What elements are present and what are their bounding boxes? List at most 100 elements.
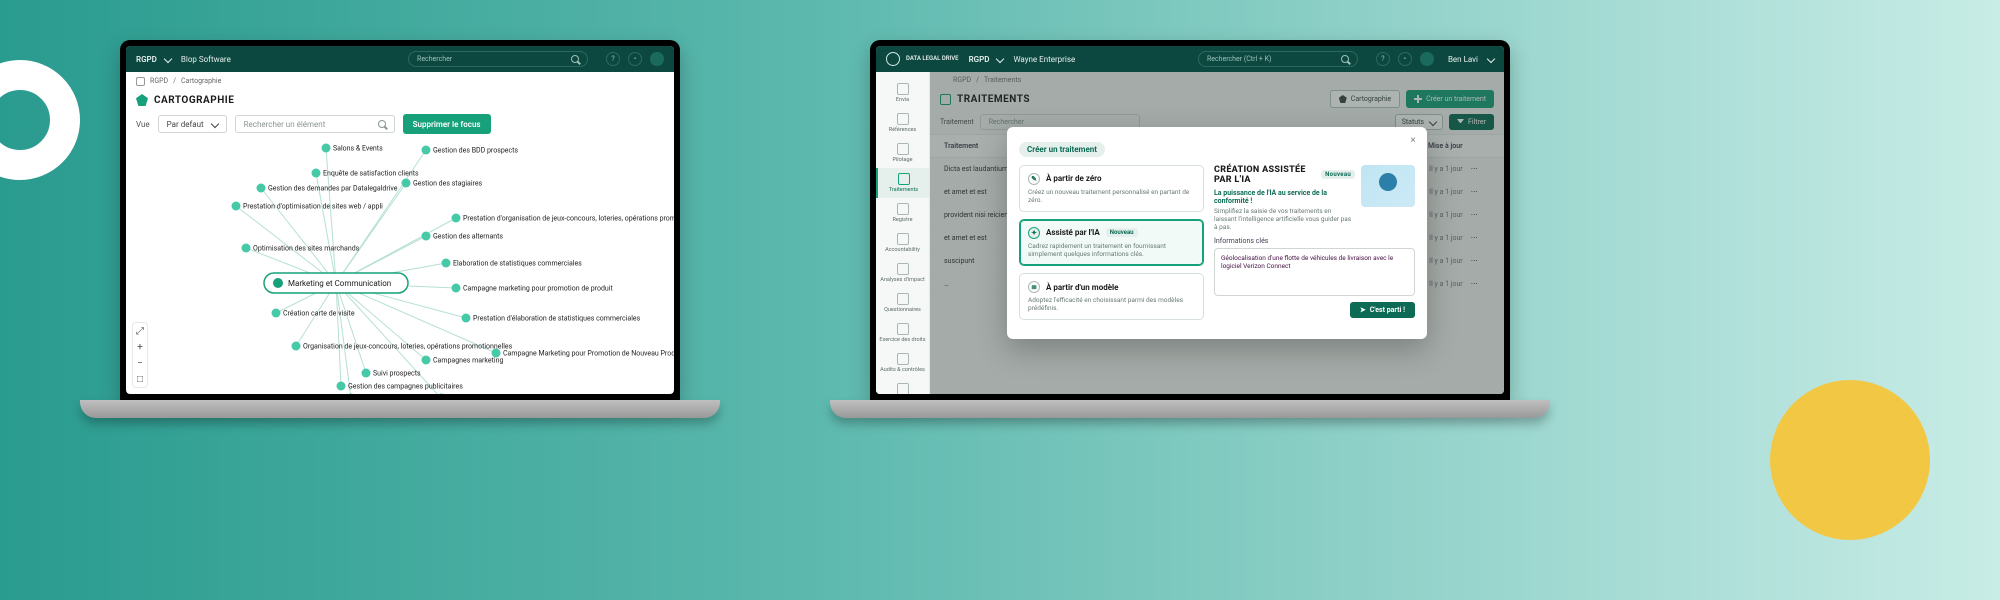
- graph-node[interactable]: Gestion des BDD prospects: [422, 146, 519, 155]
- modal-overlay[interactable]: × Créer un traitement ✎À partir de zéroC…: [930, 72, 1504, 394]
- avatar[interactable]: [650, 52, 664, 66]
- sidebar-item-registre[interactable]: Registre: [876, 198, 929, 228]
- graph-node[interactable]: Optimisation des sites marchands: [242, 244, 360, 253]
- close-icon[interactable]: ×: [1407, 135, 1419, 147]
- option-title: Assisté par l'IA: [1046, 228, 1100, 237]
- sidebar-item-icon: [897, 263, 909, 275]
- graph-node[interactable]: Gestion des stagiaires: [402, 179, 483, 188]
- global-search[interactable]: Rechercher (Ctrl + K): [1198, 51, 1358, 67]
- sidebar-item-audits-contr-les[interactable]: Audits & contrôles: [876, 348, 929, 378]
- info-textarea[interactable]: Géolocalisation d'une flotte de véhicule…: [1214, 248, 1415, 296]
- notifications-button[interactable]: •: [628, 52, 642, 66]
- new-badge: Nouveau: [1106, 228, 1138, 237]
- laptop-right: DATA LEGAL DRIVE RGPD Wayne Enterprise R…: [870, 40, 1550, 418]
- sidebar-item-icon: [897, 323, 909, 335]
- creation-option[interactable]: ≣À partir d'un modèleAdoptez l'efficacit…: [1019, 273, 1204, 320]
- home-icon[interactable]: [136, 77, 145, 86]
- user-name[interactable]: Ben Lavi: [1448, 55, 1478, 64]
- svg-text:Campagnes marketing: Campagnes marketing: [433, 357, 503, 365]
- sidebar-item-questionnaires[interactable]: Questionnaires: [876, 288, 929, 318]
- graph-node[interactable]: Revue traitement par Sylvain mars 2024: [437, 394, 572, 395]
- help-button[interactable]: ?: [1376, 52, 1390, 66]
- graph-node[interactable]: Salons & Events: [322, 144, 384, 153]
- graph-node[interactable]: Enquête de satisfaction clients: [312, 169, 419, 178]
- zoom-fit[interactable]: ⤢: [133, 323, 147, 339]
- ia-illustration: [1361, 165, 1415, 207]
- sidebar-item-accountability[interactable]: Accountability: [876, 228, 929, 258]
- ia-badge: Nouveau: [1321, 170, 1355, 179]
- go-button[interactable]: ➤ C'est parti !: [1350, 302, 1415, 318]
- graph-node[interactable]: Prestation d'optimisation de sites web /…: [232, 202, 384, 211]
- template-icon: ≣: [1028, 281, 1040, 293]
- graph-node[interactable]: Création carte de visite: [272, 309, 355, 318]
- creation-option[interactable]: ✦Assisté par l'IANouveauCadrez rapidemen…: [1019, 219, 1204, 266]
- option-title: À partir d'un modèle: [1046, 283, 1118, 292]
- svg-text:Optimisation des sites marchan: Optimisation des sites marchands: [253, 245, 360, 253]
- sidebar-item-icon: [897, 233, 909, 245]
- graph-node[interactable]: Campagnes marketing: [422, 356, 504, 365]
- help-button[interactable]: ?: [606, 52, 620, 66]
- svg-text:Prestation d'élaboration de st: Prestation d'élaboration de statistiques…: [473, 315, 641, 323]
- svg-text:Prestation d'optimisation de s: Prestation d'optimisation de sites web /…: [243, 203, 383, 211]
- graph-node[interactable]: Campagne marketing pour promotion de pro…: [452, 284, 614, 293]
- svg-text:Gestion des stagiaires: Gestion des stagiaires: [413, 180, 483, 188]
- crumb-0[interactable]: RGPD: [150, 77, 168, 85]
- brand-label: DATA LEGAL DRIVE: [906, 56, 959, 62]
- ia-title-text: CRÉATION ASSISTÉE PAR L'IA: [1214, 165, 1315, 185]
- sidebar-item-icon: [897, 383, 909, 394]
- sidebar-item-traitements[interactable]: Traitements: [876, 168, 929, 198]
- sparkle-icon: ✦: [1028, 227, 1040, 239]
- graph-node[interactable]: Organisation de jeux-concours, loteries,…: [292, 342, 513, 351]
- sidebar-item-label: Pilotage: [892, 157, 912, 163]
- global-search[interactable]: Rechercher: [408, 51, 588, 67]
- laptop-left: RGPD Blop Software Rechercher ? • RGPD /: [120, 40, 720, 418]
- create-treatment-modal: × Créer un traitement ✎À partir de zéroC…: [1007, 127, 1427, 340]
- pencil-icon: ✎: [1028, 173, 1040, 185]
- central-node[interactable]: Marketing et Communication: [264, 273, 408, 293]
- graph-node[interactable]: Gestion des alternants: [422, 232, 504, 241]
- zoom-in[interactable]: +: [133, 339, 147, 355]
- sidebar-item-pilotage[interactable]: Pilotage: [876, 138, 929, 168]
- textarea-value: Géolocalisation d'une flotte de véhicule…: [1221, 254, 1393, 270]
- logo-icon: [886, 52, 900, 66]
- chevron-down-icon: [1487, 55, 1495, 63]
- graph-node[interactable]: Campagne Marketing pour Promotion de Nou…: [492, 349, 675, 358]
- sidebar-item-exercice-des-droits[interactable]: Exercice des droits: [876, 318, 929, 348]
- graph-node[interactable]: Profilage internet: [347, 394, 412, 395]
- sidebar-item-label: Accountability: [885, 247, 920, 253]
- module-switcher[interactable]: RGPD: [969, 55, 1004, 64]
- info-field-label: Informations clés: [1214, 237, 1415, 245]
- chevron-down-icon: [996, 55, 1004, 63]
- svg-text:Prestation d'organisation de j: Prestation d'organisation de jeux-concou…: [463, 215, 674, 223]
- sidebar-item-r-f-rences[interactable]: Références: [876, 108, 929, 138]
- graph-node[interactable]: Gestion des demandes par Datalegaldrive: [257, 184, 398, 193]
- ia-title: CRÉATION ASSISTÉE PAR L'IA Nouveau: [1214, 165, 1355, 185]
- svg-text:Gestion des BDD prospects: Gestion des BDD prospects: [433, 147, 518, 155]
- graph-node[interactable]: Elaboration de statistiques commerciales: [442, 259, 583, 268]
- svg-text:Gestion des campagnes publicit: Gestion des campagnes publicitaires: [348, 383, 463, 391]
- notifications-button[interactable]: •: [1398, 52, 1412, 66]
- page-title: CARTOGRAPHIE: [154, 95, 234, 106]
- graph-node[interactable]: Suivi prospects: [362, 369, 421, 378]
- svg-text:Elaboration de statistiques co: Elaboration de statistiques commerciales: [453, 260, 582, 268]
- sidebar-item-icon: [897, 353, 909, 365]
- cartographie-icon: [136, 94, 148, 106]
- sidebar-item-label: Registre: [892, 217, 912, 223]
- sidebar-item-violations[interactable]: Violations: [876, 378, 929, 394]
- brand-logo[interactable]: DATA LEGAL DRIVE: [886, 52, 959, 66]
- avatar[interactable]: [1420, 52, 1434, 66]
- zoom-reset[interactable]: □: [133, 371, 147, 387]
- app-topbar: RGPD Blop Software Rechercher ? •: [126, 46, 674, 72]
- graph-node[interactable]: Gestion des campagnes publicitaires: [337, 382, 464, 391]
- graph-node[interactable]: Prestation d'organisation de jeux-concou…: [452, 214, 675, 223]
- zoom-out[interactable]: −: [133, 355, 147, 371]
- sidebar-item-label: Exercice des droits: [879, 337, 925, 343]
- svg-text:Gestion des demandes par Datal: Gestion des demandes par Datalegaldrive: [268, 185, 398, 193]
- chevron-down-icon: [164, 55, 172, 63]
- creation-option[interactable]: ✎À partir de zéroCréez un nouveau traite…: [1019, 165, 1204, 212]
- graph-area[interactable]: Marketing et Communication Salons & Event…: [126, 128, 674, 394]
- sidebar-item-envia[interactable]: Envia: [876, 78, 929, 108]
- sidebar-item-analyses-d-impact[interactable]: Analyses d'impact: [876, 258, 929, 288]
- module-switcher[interactable]: RGPD: [136, 55, 171, 64]
- graph-node[interactable]: Prestation d'élaboration de statistiques…: [462, 314, 641, 323]
